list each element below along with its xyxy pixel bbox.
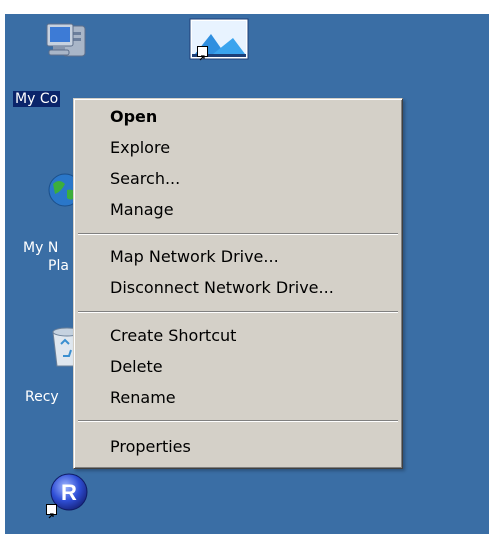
menu-item-manage[interactable]: Manage	[77, 195, 399, 225]
menu-item-open[interactable]: Open	[77, 102, 399, 132]
menu-item-disconnect-network-drive[interactable]: Disconnect Network Drive...	[77, 273, 399, 303]
shortcut-arrow-icon	[46, 504, 57, 519]
menu-item-create-shortcut[interactable]: Create Shortcut	[77, 321, 399, 351]
menu-separator	[78, 420, 398, 422]
menu-item-search[interactable]: Search...	[77, 164, 399, 194]
my-computer-icon	[46, 23, 86, 57]
menu-item-explore[interactable]: Explore	[77, 133, 399, 163]
r-shortcut[interactable]: R	[45, 472, 93, 520]
desktop: My Co My N Pla Recy R Open Explore Searc…	[5, 14, 489, 534]
my-network-places-label-line1: My N	[23, 240, 59, 256]
menu-item-properties[interactable]: Properties	[77, 432, 399, 462]
image-shortcut[interactable]	[189, 18, 249, 61]
menu-separator	[78, 233, 398, 235]
my-computer-shortcut[interactable]	[43, 22, 93, 64]
recycle-bin-label: Recy	[25, 389, 59, 405]
context-menu: Open Explore Search... Manage Map Networ…	[73, 98, 403, 469]
r-letter: R	[61, 480, 77, 505]
my-network-places-label-line2: Pla	[48, 258, 69, 274]
menu-item-rename[interactable]: Rename	[77, 383, 399, 413]
menu-separator	[78, 311, 398, 313]
shortcut-arrow-icon	[197, 46, 208, 61]
my-computer-label[interactable]: My Co	[13, 91, 61, 107]
menu-item-map-network-drive[interactable]: Map Network Drive...	[77, 242, 399, 272]
menu-item-delete[interactable]: Delete	[77, 352, 399, 382]
